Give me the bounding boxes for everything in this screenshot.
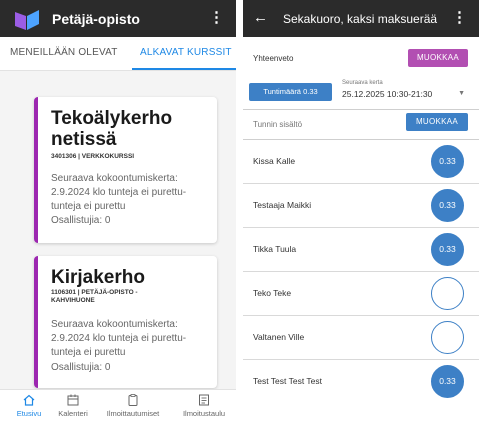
hours-button[interactable]: Tuntimäärä 0.33 — [249, 83, 332, 101]
more-vert-icon[interactable]: ⋮ — [209, 10, 224, 26]
attendance-toggle[interactable]: 0.33 — [431, 145, 464, 178]
summary-row: Yhteenveto MUOKKAA — [243, 46, 479, 72]
member-row: Testaaja Maikki 0.33 — [243, 184, 479, 228]
course-title-line: netissä — [51, 129, 117, 150]
course-code: KAHVIHUONE — [51, 297, 95, 304]
next-meeting-label: Seuraava kokoontumiskerta: — [51, 319, 178, 330]
attendance-toggle[interactable]: 0.33 — [431, 233, 464, 266]
app-bar: ← Sekakuoro, kaksi maksuerää ⋮ — [243, 0, 479, 37]
member-row: Teko Teke — [243, 272, 479, 316]
next-meeting-time: tunteja ei purettu — [51, 347, 126, 358]
member-name: Kissa Kalle — [253, 156, 296, 166]
course-title-line: Tekoälykerho — [51, 108, 173, 129]
more-vert-icon[interactable]: ⋮ — [452, 10, 467, 26]
dropdown-caret-icon[interactable]: ▼ — [458, 90, 465, 97]
book-logo-icon — [15, 10, 39, 30]
session-row: Tuntimäärä 0.33 Seuraava kerta 25.12.202… — [243, 76, 479, 110]
tab-upcoming[interactable]: ALKAVAT KURSSIT — [140, 47, 232, 58]
lesson-content-label: Tunnin sisältö — [253, 120, 303, 129]
calendar-icon — [67, 394, 79, 406]
app-title: Petäjä-opisto — [52, 11, 140, 27]
course-list-screen: Petäjä-opisto ⋮ MENEILLÄÄN OLEVAT ALKAVA… — [0, 0, 236, 423]
summary-label: Yhteenveto — [253, 54, 294, 63]
member-name: Testaaja Maikki — [253, 200, 312, 210]
course-code: 3401306 | VERKKOKURSSI — [51, 153, 135, 160]
attendance-toggle[interactable] — [431, 321, 464, 354]
session-dropdown[interactable]: 25.12.2025 10:30-21:30 — [342, 89, 432, 99]
tab-bar: MENEILLÄÄN OLEVAT ALKAVAT KURSSIT — [0, 37, 236, 71]
nav-label: Ilmoitustaulu — [182, 409, 226, 418]
member-name: Tikka Tuula — [253, 244, 297, 254]
member-row: Tikka Tuula 0.33 — [243, 228, 479, 272]
screen-title: Sekakuoro, kaksi maksuerää — [283, 12, 438, 26]
member-name: Test Test Test Test — [253, 376, 322, 386]
member-row: Kissa Kalle 0.33 — [243, 140, 479, 184]
course-card[interactable]: Tekoälykerho netissä 3401306 | VERKKOKUR… — [34, 97, 217, 243]
member-name: Valtanen Ville — [253, 332, 305, 342]
next-meeting-label: Seuraava kokoontumiskerta: — [51, 173, 178, 184]
edit-content-button[interactable]: MUOKKAA — [406, 113, 468, 131]
next-meeting-time: 2.9.2024 klo tunteja ei purettu- — [51, 333, 187, 344]
nav-label: Kalenteri — [58, 409, 88, 418]
clipboard-icon — [128, 394, 138, 406]
arrow-back-icon[interactable]: ← — [253, 10, 268, 26]
next-meeting-time: tunteja ei purettu — [51, 201, 126, 212]
nav-item-home[interactable]: Etusivu — [14, 393, 44, 418]
edit-summary-button[interactable]: MUOKKAA — [408, 49, 468, 67]
course-code: 1106301 | PETÄJÄ-OPISTO - — [51, 289, 138, 296]
course-card[interactable]: Kirjakerho 1106301 | PETÄJÄ-OPISTO - KAH… — [34, 256, 217, 388]
nav-label: Etusivu — [16, 409, 42, 418]
noticeboard-icon — [199, 394, 209, 406]
session-dropdown-label: Seuraava kerta — [342, 80, 383, 86]
screenshot-stage: Petäjä-opisto ⋮ MENEILLÄÄN OLEVAT ALKAVA… — [0, 0, 484, 423]
nav-item-calendar[interactable]: Kalenteri — [56, 393, 90, 418]
attendance-toggle[interactable] — [431, 277, 464, 310]
app-bar: Petäjä-opisto ⋮ — [0, 0, 236, 37]
bottom-navigation: Etusivu Kalenteri Ilmoittautumiset Ilmoi… — [0, 389, 236, 423]
card-accent-stripe — [34, 256, 38, 388]
member-row: Test Test Test Test 0.33 — [243, 360, 479, 404]
nav-label: Ilmoittautumiset — [106, 409, 160, 418]
nav-item-enrollments[interactable]: Ilmoittautumiset — [104, 393, 162, 418]
lesson-content-row: Tunnin sisältö MUOKKAA — [243, 110, 479, 140]
participant-count: Osallistujia: 0 — [51, 215, 111, 226]
next-meeting-time: 2.9.2024 klo tunteja ei purettu- — [51, 187, 187, 198]
home-icon — [23, 394, 35, 406]
member-name: Teko Teke — [253, 288, 292, 298]
card-accent-stripe — [34, 97, 38, 243]
attendance-screen: ← Sekakuoro, kaksi maksuerää ⋮ Yhteenvet… — [243, 0, 479, 423]
participant-count: Osallistujia: 0 — [51, 362, 111, 373]
member-row: Valtanen Ville — [243, 316, 479, 360]
tab-indicator — [132, 68, 236, 70]
course-title-line: Kirjakerho — [51, 267, 145, 288]
tab-ongoing[interactable]: MENEILLÄÄN OLEVAT — [10, 47, 118, 58]
attendance-toggle[interactable]: 0.33 — [431, 189, 464, 222]
attendance-toggle[interactable]: 0.33 — [431, 365, 464, 398]
nav-item-noticeboard[interactable]: Ilmoitustaulu — [178, 393, 230, 418]
